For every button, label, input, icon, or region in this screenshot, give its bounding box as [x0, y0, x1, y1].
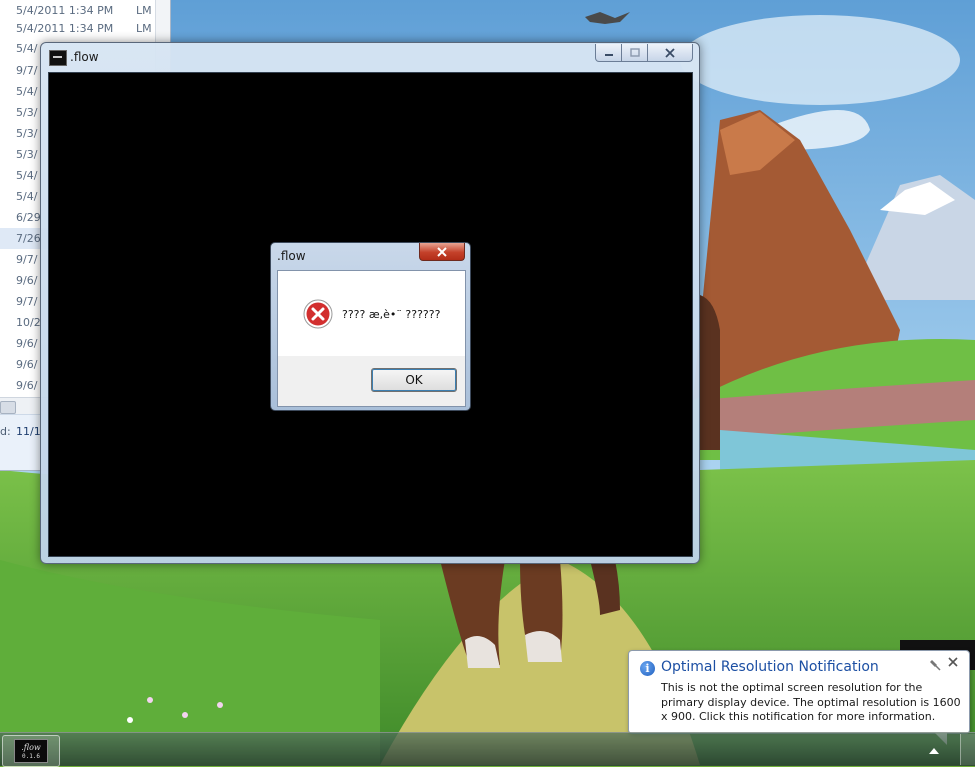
ok-button[interactable]: OK	[371, 368, 457, 392]
taskbar: .flow 0.1.6	[0, 732, 975, 767]
file-date: 6/29	[16, 211, 41, 224]
app-icon-text: .flow	[21, 743, 41, 752]
details-value: 11/1	[16, 425, 41, 438]
close-button[interactable]	[648, 44, 693, 62]
file-date: 9/6/	[16, 379, 38, 392]
file-date: 9/7/	[16, 253, 38, 266]
show-hidden-icons-button[interactable]	[929, 748, 939, 754]
dialog-message: ???? æ,è•¨ ??????	[342, 308, 441, 321]
details-label: d:	[0, 425, 11, 438]
file-date: 5/3/	[16, 127, 38, 140]
app-icon-version: 0.1.6	[21, 753, 41, 760]
file-date: 9/6/	[16, 358, 38, 371]
dialog-title: .flow	[277, 249, 306, 263]
close-icon	[665, 47, 675, 58]
error-dialog: .flow ???? æ,è•¨ ?????? OK	[270, 242, 471, 411]
file-row[interactable]: 5/4/2011 1:34 PM LM	[0, 18, 170, 39]
file-date: 5/4/	[16, 190, 38, 203]
dialog-body: ???? æ,è•¨ ?????? OK	[277, 270, 466, 407]
scrollbar-thumb[interactable]	[0, 401, 16, 414]
dialog-close-button[interactable]	[419, 243, 465, 261]
file-type: LM	[136, 22, 152, 35]
flow-app-icon: .flow 0.1.6	[14, 739, 48, 763]
dialog-content: ???? æ,è•¨ ??????	[278, 271, 465, 356]
taskbar-flow-button[interactable]: .flow 0.1.6	[2, 735, 60, 767]
minimize-button[interactable]	[595, 44, 622, 62]
file-date: 5/4/	[16, 85, 38, 98]
file-date: 9/6/	[16, 274, 38, 287]
maximize-button[interactable]	[622, 44, 648, 62]
minimize-icon	[604, 53, 613, 56]
caption-buttons	[595, 44, 693, 62]
file-date: 5/3/	[16, 106, 38, 119]
close-icon[interactable]	[948, 657, 958, 667]
file-date: 9/7/	[16, 64, 38, 77]
file-date: 9/6/	[16, 337, 38, 350]
file-date: 5/4/	[16, 42, 38, 55]
show-desktop-button[interactable]	[960, 734, 975, 765]
notification-title: Optimal Resolution Notification	[661, 659, 879, 675]
file-date: 5/3/	[16, 148, 38, 161]
file-date: 10/2	[16, 316, 41, 329]
close-icon	[437, 246, 447, 257]
file-date: 9/7/	[16, 295, 38, 308]
flow-window-titlebar[interactable]: .flow	[41, 43, 699, 71]
window-title: .flow	[70, 50, 99, 64]
flow-app-icon	[49, 50, 67, 66]
notification-text: This is not the optimal screen resolutio…	[661, 681, 961, 723]
error-icon	[303, 299, 333, 329]
pin-icon[interactable]	[929, 659, 941, 671]
file-date: 5/4/2011 1:34 PM	[16, 22, 114, 35]
maximize-icon	[629, 48, 640, 57]
file-date: 5/4/	[16, 169, 38, 182]
info-icon: i	[640, 661, 655, 676]
file-date: 7/26	[16, 232, 41, 245]
resolution-notification[interactable]: i Optimal Resolution Notification This i…	[628, 650, 970, 745]
